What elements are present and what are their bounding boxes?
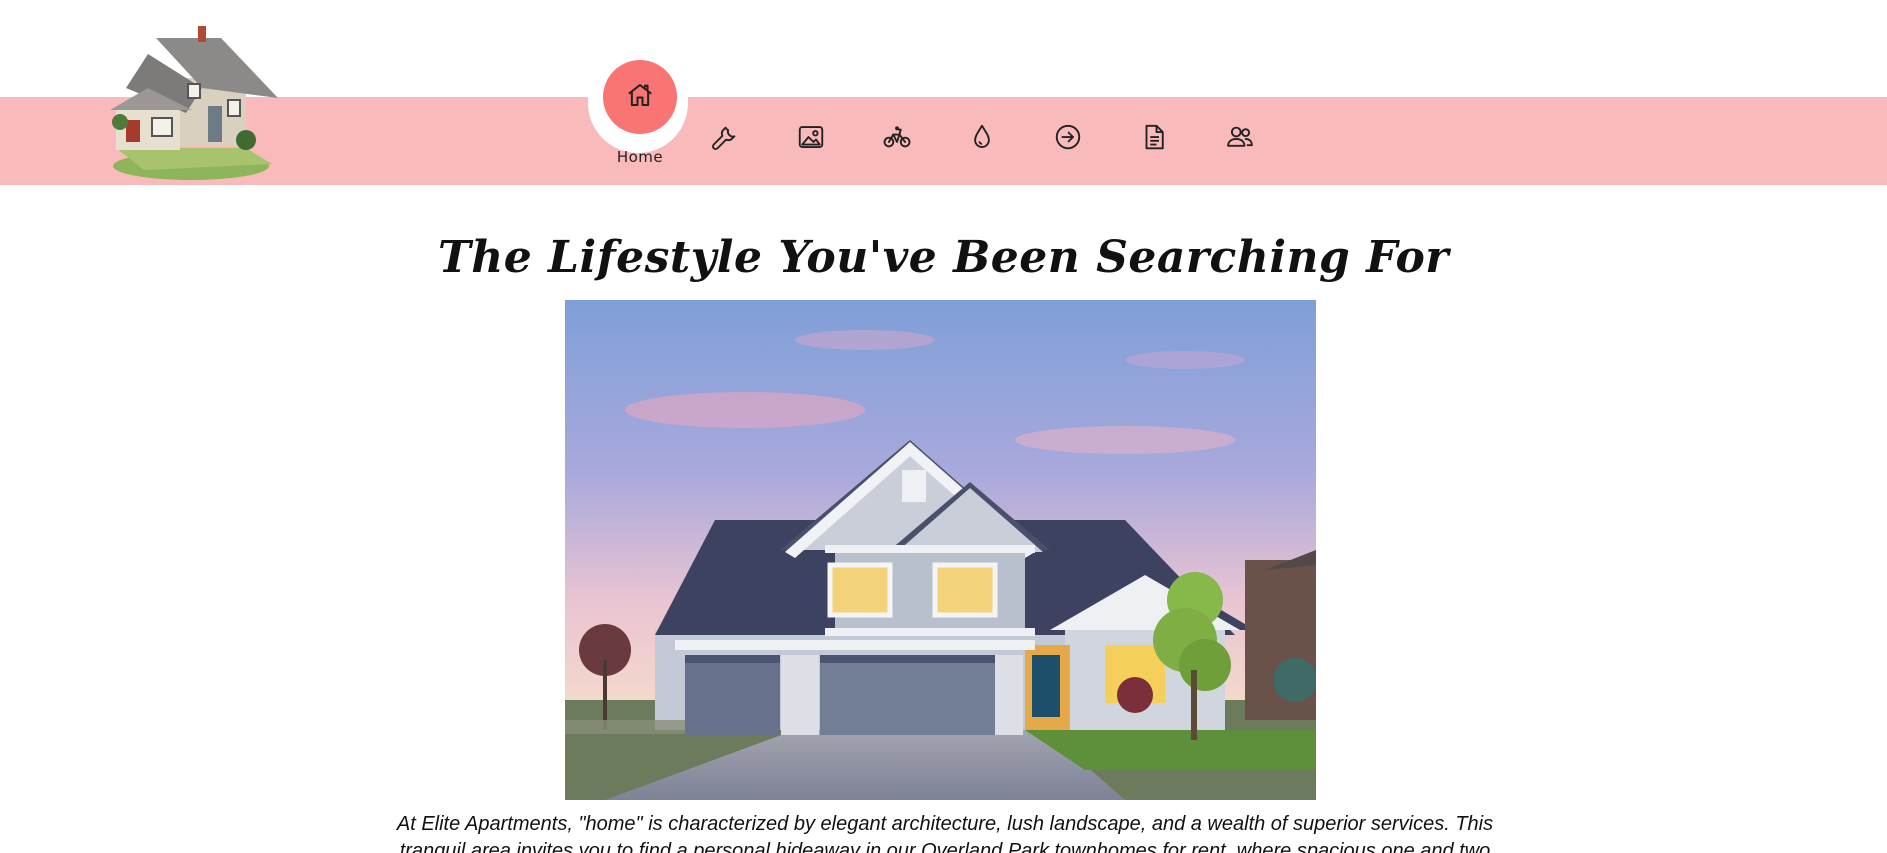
arrow-circle-right-icon xyxy=(1053,122,1083,156)
nav-item-home-label[interactable]: Home xyxy=(600,148,680,166)
image-icon xyxy=(796,122,826,156)
nav-item-directions[interactable] xyxy=(1050,121,1086,157)
intro-paragraph: At Elite Apartments, "home" is character… xyxy=(396,813,1494,853)
nav-item-utilities[interactable] xyxy=(964,121,1000,157)
nav-item-documents[interactable] xyxy=(1136,121,1172,157)
nav-item-services[interactable] xyxy=(707,121,743,157)
home-icon xyxy=(625,80,655,114)
nav-item-amenities[interactable] xyxy=(879,121,915,157)
wrench-icon xyxy=(710,122,740,156)
nav-item-gallery[interactable] xyxy=(793,121,829,157)
water-drop-icon xyxy=(967,122,997,156)
main-navigation: Home xyxy=(0,0,1887,200)
bicycle-icon xyxy=(882,122,912,156)
hero-image xyxy=(565,300,1316,800)
nav-item-home[interactable] xyxy=(603,60,677,134)
document-icon xyxy=(1139,122,1169,156)
nav-item-contact[interactable] xyxy=(1222,121,1258,157)
page-title: The Lifestyle You've Been Searching For xyxy=(438,232,1449,283)
users-icon xyxy=(1225,122,1255,156)
